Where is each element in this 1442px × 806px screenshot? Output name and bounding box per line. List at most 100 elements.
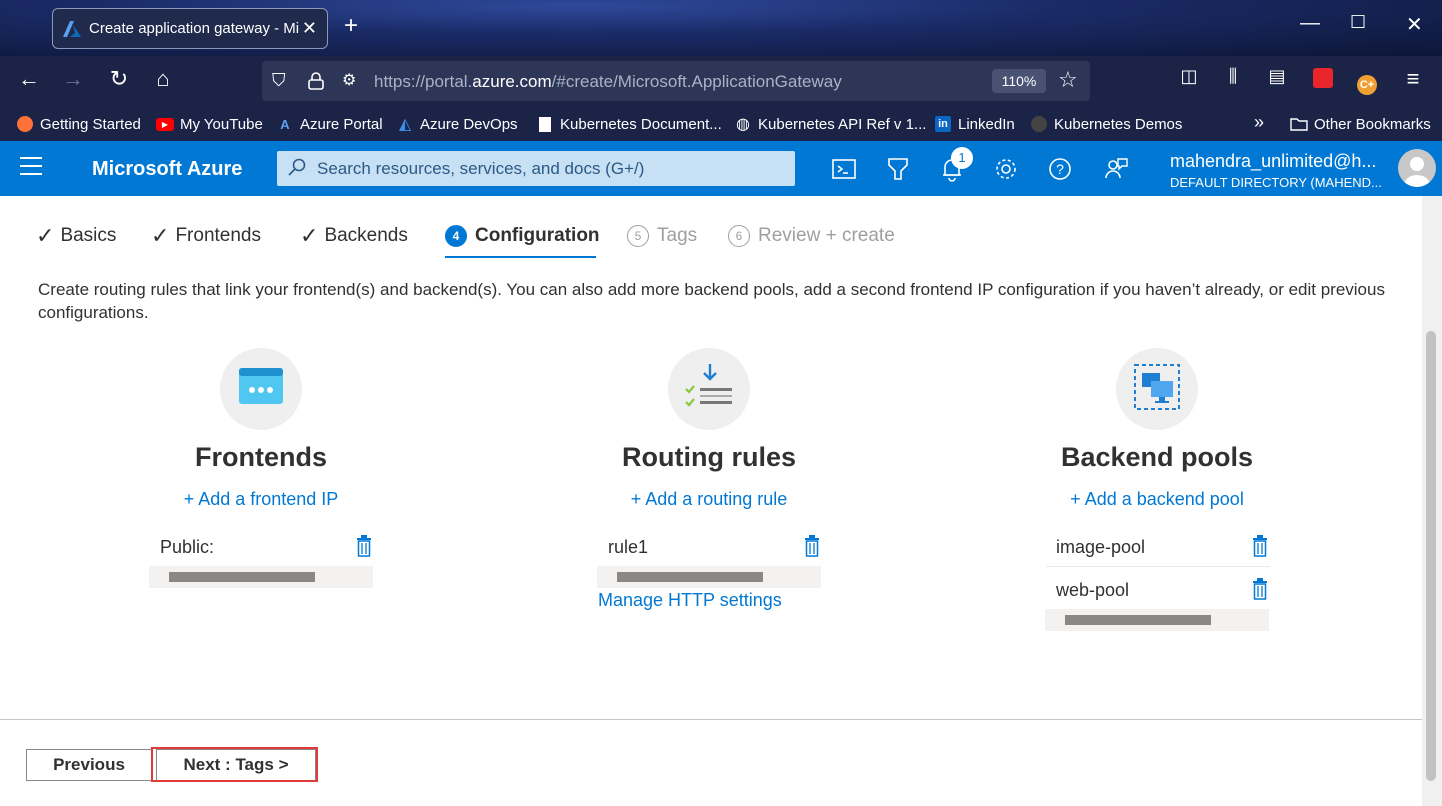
user-name[interactable]: mahendra_unlimited@h... [1170,151,1386,172]
previous-button[interactable]: Previous [26,749,152,781]
delete-trash-icon[interactable] [356,535,372,557]
directory-filter-icon[interactable] [884,155,912,183]
url-text: https://portal.azure.com/#create/Microso… [374,72,842,91]
tab-backends[interactable]: ✓ Backends [300,222,408,250]
active-tab-indicator [445,256,596,258]
global-search-input[interactable]: Search resources, services, and docs (G+… [277,151,795,186]
backend-pools-section: Backend pools + Add a backend pool [1007,348,1307,510]
checkmark-icon: ✓ [36,223,55,248]
library-icon[interactable]: ⫼ [1218,66,1248,87]
other-bookmarks[interactable]: Other Bookmarks [1290,115,1431,133]
delete-trash-icon[interactable] [1252,578,1268,600]
checkmark-icon: ✓ [151,223,170,248]
tab-tags[interactable]: 5 Tags [627,222,697,250]
bookmark-my-youtube[interactable]: ▶ My YouTube [156,115,263,133]
search-placeholder: Search resources, services, and docs (G+… [317,159,645,178]
new-tab-button[interactable]: + [344,12,358,40]
bookmarks-bar: Getting Started ▶ My YouTube A Azure Por… [0,106,1442,141]
delete-trash-icon[interactable] [1252,535,1268,557]
zoom-level[interactable]: 110% [992,69,1046,93]
list-divider [1046,566,1270,567]
tab-basics[interactable]: ✓ Basics [36,222,116,250]
reload-icon[interactable]: ↻ [104,66,134,92]
list-item[interactable]: rule1 [598,529,822,569]
add-frontend-ip-link[interactable]: + Add a frontend IP [111,489,411,510]
sidebar-icon[interactable]: ▤ [1262,66,1292,87]
backend-pool-icon [1116,348,1198,430]
list-item[interactable]: image-pool [1046,529,1270,569]
tab-configuration[interactable]: 4 Configuration [445,222,600,250]
azure-brand[interactable]: Microsoft Azure [92,158,242,181]
lock-icon[interactable] [308,72,324,90]
page-scrollbar[interactable] [1422,196,1442,806]
folder-icon [1290,115,1308,133]
extension-icon[interactable] [1308,68,1338,94]
routing-rules-title: Routing rules [622,442,796,472]
list-item[interactable]: Public: [150,529,374,569]
bookmark-kubernetes-docs[interactable]: Kubernetes Document... [536,115,722,133]
add-routing-rule-link[interactable]: + Add a routing rule [559,489,859,510]
firefox-icon [16,115,34,133]
close-tab-icon[interactable]: ✕ [302,18,317,39]
redacted-detail [597,566,821,588]
bookmark-azure-portal[interactable]: A Azure Portal [276,115,382,133]
user-directory[interactable]: DEFAULT DIRECTORY (MAHEND... [1170,175,1386,190]
avatar[interactable] [1398,149,1436,187]
close-window-icon[interactable]: ✕ [1406,12,1423,37]
settings-gear-icon[interactable] [992,155,1020,183]
minimize-icon[interactable]: — [1300,12,1320,35]
feedback-icon[interactable] [1102,155,1130,183]
cloud-shell-icon[interactable] [830,155,858,183]
shield-icon[interactable]: ⛉ [272,70,286,91]
maximize-icon[interactable]: ☐ [1350,12,1366,33]
home-icon[interactable]: ⌂ [148,66,178,92]
delete-trash-icon[interactable] [804,535,820,557]
devops-icon: ◭ [398,116,412,133]
help-icon[interactable]: ? [1046,155,1074,183]
bookmark-star-icon[interactable]: ☆ [1058,67,1078,93]
routing-rules-icon [668,348,750,430]
azure-icon [63,20,81,37]
scrollbar-thumb[interactable] [1426,331,1436,781]
tab-title: Create application gateway - Microsoft A… [89,20,299,37]
bookmark-kubernetes-api[interactable]: ◍ Kubernetes API Ref v 1... [734,115,926,134]
search-icon [288,158,306,176]
linkedin-icon: in [934,115,952,133]
bookmark-azure-devops[interactable]: ◭ Azure DevOps [396,115,518,134]
address-bar[interactable]: ⛉ ⚙ https://portal.azure.com/#create/Mic… [262,61,1090,101]
step-number: 5 [627,225,649,247]
tab-frontends[interactable]: ✓ Frontends [151,222,261,250]
forward-icon[interactable]: → [58,66,88,92]
bookmark-kubernetes-demos[interactable]: Kubernetes Demos [1030,115,1182,133]
more-bookmarks-icon[interactable]: » [1254,112,1264,133]
add-backend-pool-link[interactable]: + Add a backend pool [1007,489,1307,510]
step-number: 4 [445,225,467,247]
notification-count-badge: 1 [951,147,973,169]
redacted-detail [149,566,373,588]
browser-tab[interactable]: Create application gateway - Microsoft A… [52,8,328,49]
globe-icon: ◍ [736,116,750,133]
list-item[interactable]: web-pool [1046,572,1270,612]
bookmark-linkedin[interactable]: in LinkedIn [934,115,1015,133]
youtube-icon: ▶ [156,115,174,133]
checkmark-icon: ✓ [300,223,319,248]
extension-cplus-icon[interactable]: C+ [1352,68,1382,95]
browser-titlebar: Create application gateway - Microsoft A… [0,0,1442,56]
menu-icon[interactable]: ≡ [1398,66,1428,92]
azure-header: Microsoft Azure Search resources, servic… [0,141,1442,196]
page-description: Create routing rules that link your fron… [38,280,1385,322]
permissions-icon[interactable]: ⚙ [342,70,356,90]
tab-review-create[interactable]: 6 Review + create [728,222,895,250]
footer-divider [0,719,1422,720]
portal-menu-icon[interactable] [20,157,42,181]
azure-icon: A [280,116,290,132]
document-icon [536,115,554,133]
frontends-title: Frontends [195,442,327,472]
back-icon[interactable]: ← [14,66,44,92]
pocket-icon[interactable]: ◫ [1174,66,1204,87]
frontends-section: Frontends + Add a frontend IP [111,348,411,510]
step-number: 6 [728,225,750,247]
manage-http-settings-link[interactable]: Manage HTTP settings [598,590,782,611]
bookmark-getting-started[interactable]: Getting Started [16,115,141,133]
highlight-box [151,747,318,782]
